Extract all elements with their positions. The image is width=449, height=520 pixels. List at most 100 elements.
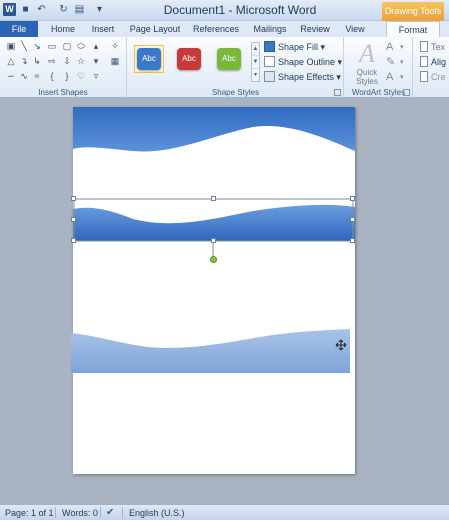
edit-shape-icon[interactable]: ✧ bbox=[108, 41, 122, 51]
title-bar: W ■ ↶ ↻ ▤ ▾ Document1 - Microsoft Word D… bbox=[0, 0, 449, 21]
resize-handle-bottom-left[interactable] bbox=[71, 238, 76, 243]
undo-icon[interactable]: ↶ bbox=[36, 4, 47, 15]
shape-styles-gallery-scroll[interactable]: ▲ ▼ ▾ bbox=[251, 42, 260, 82]
elbow-arrow-connector-icon[interactable]: ↳ bbox=[32, 56, 42, 66]
quick-styles-button[interactable]: A Quick Styles bbox=[352, 39, 382, 87]
tab-mailings[interactable]: Mailings bbox=[250, 21, 290, 37]
rounded-rectangle-shape-icon[interactable]: ▢ bbox=[62, 41, 72, 51]
language-status[interactable]: English (U.S.) bbox=[129, 507, 185, 519]
create-link-icon bbox=[420, 71, 428, 82]
text-direction-button[interactable]: Tex bbox=[420, 41, 445, 54]
shapes-scroll-up-icon[interactable]: ▴ bbox=[91, 41, 101, 51]
text-outline-dropdown-icon[interactable]: ▾ bbox=[400, 56, 414, 69]
draw-text-box-icon[interactable]: ▦ bbox=[108, 56, 122, 66]
tab-review[interactable]: Review bbox=[298, 21, 332, 37]
selected-wave-shape[interactable] bbox=[73, 204, 355, 241]
shape-style-swatch-red[interactable]: Abc bbox=[174, 45, 204, 73]
resize-handle-bottom[interactable] bbox=[211, 238, 216, 243]
text-outline-icon[interactable]: ✎ bbox=[386, 56, 400, 69]
freeform-shape-icon[interactable]: ∿ bbox=[19, 71, 29, 81]
status-separator bbox=[55, 507, 56, 518]
save-icon[interactable]: ■ bbox=[20, 4, 31, 15]
resize-handle-top[interactable] bbox=[211, 196, 216, 201]
shape-styles-dialog-launcher[interactable] bbox=[334, 89, 341, 96]
customize-qat-icon[interactable]: ▾ bbox=[94, 4, 105, 15]
shape-style-swatch-text: Abc bbox=[217, 48, 241, 70]
gallery-down-icon[interactable]: ▼ bbox=[252, 56, 259, 69]
shape-outline-icon bbox=[264, 56, 275, 67]
left-brace-shape-icon[interactable]: { bbox=[47, 71, 57, 81]
insert-shapes-label: Insert Shapes bbox=[38, 88, 88, 97]
word-app-icon[interactable]: W bbox=[3, 3, 16, 16]
right-brace-shape-icon[interactable]: } bbox=[62, 71, 72, 81]
resize-handle-right[interactable] bbox=[350, 217, 355, 222]
drawing-tools-context-tab: Drawing Tools bbox=[382, 2, 444, 21]
document-area[interactable] bbox=[0, 99, 449, 504]
wordart-styles-label: WordArt Styles bbox=[351, 88, 406, 97]
arrow-shape-icon[interactable]: ↘ bbox=[32, 41, 42, 51]
triangle-shape-icon[interactable]: △ bbox=[6, 56, 16, 66]
block-arrow-shape-icon[interactable]: ⇨ bbox=[47, 56, 57, 66]
text-fill-icon[interactable]: A bbox=[386, 41, 400, 54]
gallery-up-icon[interactable]: ▲ bbox=[252, 43, 259, 56]
resize-handle-left[interactable] bbox=[71, 217, 76, 222]
shape-style-swatch-text: Abc bbox=[177, 48, 201, 70]
tab-insert[interactable]: Insert bbox=[86, 21, 120, 37]
document-page[interactable] bbox=[71, 107, 355, 474]
page-shapes bbox=[71, 107, 355, 373]
wordart-styles-dialog-launcher[interactable] bbox=[403, 89, 410, 96]
shape-effects-button[interactable]: Shape Effects ▾ bbox=[264, 71, 341, 84]
tab-references[interactable]: References bbox=[190, 21, 242, 37]
oval-shape-icon[interactable]: ⬭ bbox=[76, 41, 86, 51]
shape-outline-button[interactable]: Shape Outline ▾ bbox=[264, 56, 342, 69]
resize-handle-top-left[interactable] bbox=[71, 196, 76, 201]
shape-style-swatch-green[interactable]: Abc bbox=[214, 45, 244, 73]
quick-table-icon[interactable]: ▤ bbox=[74, 4, 85, 15]
align-text-label: Alig bbox=[431, 57, 447, 67]
rotation-handle[interactable] bbox=[210, 256, 217, 263]
text-fill-dropdown-icon[interactable]: ▾ bbox=[400, 41, 414, 54]
shape-fill-label: Shape Fill bbox=[278, 42, 319, 52]
shape-style-swatch-text: Abc bbox=[137, 48, 161, 70]
shapes-more-icon[interactable]: ▿ bbox=[91, 71, 101, 81]
shape-effects-icon bbox=[264, 71, 275, 82]
line-shape-icon[interactable]: ╲ bbox=[19, 41, 29, 51]
align-text-icon bbox=[420, 56, 428, 67]
resize-handle-top-right[interactable] bbox=[350, 196, 355, 201]
create-link-button[interactable]: Cre bbox=[420, 71, 446, 84]
align-text-button[interactable]: Alig bbox=[420, 56, 446, 69]
scribble-shape-icon[interactable]: ≈ bbox=[32, 71, 42, 81]
heart-shape-icon[interactable]: ♡ bbox=[76, 71, 86, 81]
text-effects-icon[interactable]: A bbox=[386, 71, 400, 84]
elbow-connector-icon[interactable]: ↴ bbox=[19, 56, 29, 66]
resize-handle-bottom-right[interactable] bbox=[350, 238, 355, 243]
word-count-status[interactable]: Words: 0 bbox=[62, 507, 98, 519]
tab-file[interactable]: File bbox=[0, 21, 38, 37]
shapes-scroll-down-icon[interactable]: ▾ bbox=[91, 56, 101, 66]
tab-view[interactable]: View bbox=[340, 21, 370, 37]
tab-format[interactable]: Format bbox=[386, 21, 440, 38]
down-arrow-shape-icon[interactable]: ⇩ bbox=[62, 56, 72, 66]
shape-styles-label: Shape Styles bbox=[211, 88, 260, 97]
rectangle-shape-icon[interactable]: ▭ bbox=[47, 41, 57, 51]
shape-style-swatch-blue[interactable]: Abc bbox=[134, 45, 164, 73]
shape-fill-button[interactable]: Shape Fill ▾ bbox=[264, 41, 325, 54]
proofing-icon[interactable]: ✔ bbox=[106, 507, 114, 519]
footer-wave-shape[interactable] bbox=[71, 329, 350, 373]
text-box-shape-icon[interactable]: ▣ bbox=[6, 41, 16, 51]
tab-page-layout[interactable]: Page Layout bbox=[128, 21, 182, 37]
quick-styles-icon: A bbox=[359, 39, 375, 68]
status-separator bbox=[100, 507, 101, 518]
page-count-status[interactable]: Page: 1 of 1 bbox=[5, 507, 54, 519]
curve-shape-icon[interactable]: ∽ bbox=[6, 71, 16, 81]
shape-outline-label: Shape Outline bbox=[278, 57, 336, 67]
gallery-more-icon[interactable]: ▾ bbox=[252, 69, 259, 82]
header-wave-shape[interactable] bbox=[73, 107, 355, 152]
text-effects-dropdown-icon[interactable]: ▾ bbox=[400, 71, 414, 84]
status-separator bbox=[122, 507, 123, 518]
text-direction-label: Tex bbox=[431, 42, 446, 52]
tab-home[interactable]: Home bbox=[46, 21, 80, 37]
shape-fill-icon bbox=[264, 41, 275, 52]
star-shape-icon[interactable]: ☆ bbox=[76, 56, 86, 66]
redo-icon[interactable]: ↻ bbox=[58, 4, 69, 15]
